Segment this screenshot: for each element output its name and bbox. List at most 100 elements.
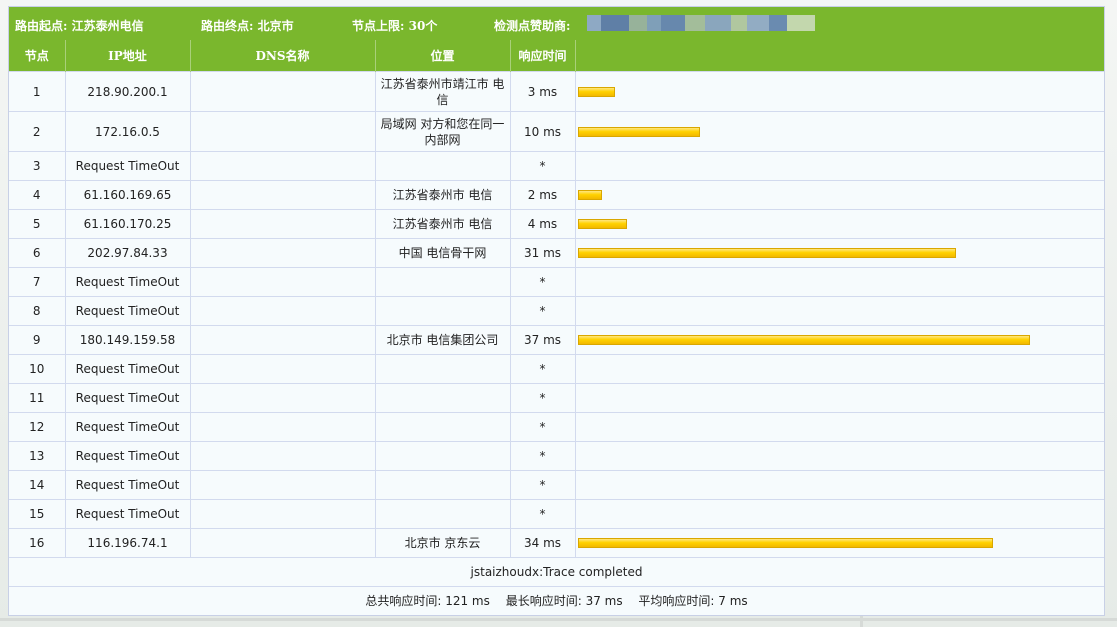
table-row: 6 202.97.84.33 中国 电信骨干网 31 ms [9, 238, 1104, 268]
hop-time: 37 ms [509, 325, 575, 355]
summary-total: 总共响应时间: 121 ms [365, 594, 493, 608]
summary-avg-label: 平均响应时间: [638, 594, 715, 608]
hop-bar-cell [574, 180, 1104, 210]
map-road [0, 618, 1117, 621]
hop-dns [189, 71, 375, 112]
summary-total-label: 总共响应时间: [365, 594, 442, 608]
hop-dns [189, 528, 375, 558]
hop-number: 11 [9, 383, 65, 413]
hop-dns [189, 267, 375, 297]
hop-dns [189, 151, 375, 181]
hop-location [374, 354, 510, 384]
hop-ip: Request TimeOut [64, 441, 190, 471]
hop-location [374, 499, 510, 529]
sponsor: 检测点赞助商: [494, 17, 570, 34]
hop-latency-bar [577, 219, 627, 229]
hop-time: * [509, 383, 575, 413]
hop-ip: 202.97.84.33 [64, 238, 190, 268]
hop-ip: 218.90.200.1 [64, 71, 190, 112]
hop-number: 14 [9, 470, 65, 500]
hop-time: * [509, 354, 575, 384]
hop-number: 10 [9, 354, 65, 384]
hop-bar-cell [574, 412, 1104, 442]
hop-number: 7 [9, 267, 65, 297]
hop-limit-value: 30个 [408, 19, 438, 33]
hop-location: 局域网 对方和您在同一内部网 [374, 111, 510, 152]
table-row: 13 Request TimeOut * [9, 441, 1104, 471]
route-origin-value: 江苏泰州电信 [71, 19, 144, 33]
sponsor-label: 检测点赞助商: [494, 19, 571, 33]
summary-max-label: 最长响应时间: [505, 594, 582, 608]
table-row: 14 Request TimeOut * [9, 470, 1104, 500]
hop-location: 北京市 电信集团公司 [374, 325, 510, 355]
route-destination: 路由终点: 北京市 [201, 17, 294, 34]
summary-max: 最长响应时间: 37 ms [506, 594, 627, 608]
header-hop: 节点 [9, 40, 65, 72]
hop-bar-cell [574, 499, 1104, 529]
hop-bar-cell [574, 470, 1104, 500]
hop-location [374, 383, 510, 413]
hop-location: 江苏省泰州市 电信 [374, 180, 510, 210]
route-destination-value: 北京市 [257, 19, 294, 33]
hop-number: 9 [9, 325, 65, 355]
table-row: 2 172.16.0.5 局域网 对方和您在同一内部网 10 ms [9, 111, 1104, 152]
hop-bar-cell [574, 267, 1104, 297]
hop-location [374, 267, 510, 297]
hop-ip: 61.160.169.65 [64, 180, 190, 210]
summary-row: 总共响应时间: 121 ms 最长响应时间: 37 ms 平均响应时间: 7 m… [9, 586, 1104, 615]
route-destination-label: 路由终点: [201, 19, 254, 33]
hop-ip: Request TimeOut [64, 499, 190, 529]
hop-ip: Request TimeOut [64, 412, 190, 442]
hop-number: 16 [9, 528, 65, 558]
hop-time: * [509, 412, 575, 442]
hop-ip: Request TimeOut [64, 383, 190, 413]
hop-latency-bar [577, 86, 615, 97]
hop-table: 节点 IP地址 DNS名称 位置 响应时间 1 218.90.200.1 江苏省… [9, 40, 1104, 615]
hop-time: * [509, 296, 575, 326]
hop-bar-cell [574, 383, 1104, 413]
hop-dns [189, 325, 375, 355]
hop-latency-bar [577, 248, 956, 258]
hop-ip: Request TimeOut [64, 470, 190, 500]
hop-bar-cell [574, 238, 1104, 268]
hop-rows: 1 218.90.200.1 江苏省泰州市靖江市 电信 3 ms 2 172.1… [9, 71, 1104, 615]
hop-location [374, 296, 510, 326]
summary-max-value: 37 ms [585, 594, 623, 608]
table-header-row: 节点 IP地址 DNS名称 位置 响应时间 [9, 40, 1104, 72]
hop-dns [189, 180, 375, 210]
hop-location: 北京市 京东云 [374, 528, 510, 558]
hop-time: * [509, 267, 575, 297]
hop-dns [189, 238, 375, 268]
hop-ip: Request TimeOut [64, 151, 190, 181]
hop-limit-label: 节点上限: [352, 19, 405, 33]
hop-time: * [509, 499, 575, 529]
hop-location [374, 441, 510, 471]
hop-ip: Request TimeOut [64, 267, 190, 297]
hop-ip: Request TimeOut [64, 354, 190, 384]
summary-cell: 总共响应时间: 121 ms 最长响应时间: 37 ms 平均响应时间: 7 m… [9, 586, 1104, 615]
hop-latency-bar [577, 190, 602, 200]
table-row: 12 Request TimeOut * [9, 412, 1104, 442]
route-origin: 路由起点: 江苏泰州电信 [15, 17, 144, 34]
hop-bar-cell [574, 528, 1104, 558]
table-row: 16 116.196.74.1 北京市 京东云 34 ms [9, 528, 1104, 558]
hop-bar-cell [574, 441, 1104, 471]
hop-dns [189, 209, 375, 239]
table-row: 11 Request TimeOut * [9, 383, 1104, 413]
hop-bar-cell [574, 151, 1104, 181]
hop-latency-bar [577, 538, 993, 548]
hop-bar-cell [574, 111, 1104, 152]
hop-time: * [509, 470, 575, 500]
hop-number: 4 [9, 180, 65, 210]
trace-status-text: jstaizhoudx:Trace completed [9, 557, 1104, 587]
hop-location [374, 470, 510, 500]
hop-dns [189, 296, 375, 326]
hop-number: 13 [9, 441, 65, 471]
route-info-bar: 路由起点: 江苏泰州电信 路由终点: 北京市 节点上限: 30个 检测点赞助商: [9, 7, 1104, 40]
hop-limit: 节点上限: 30个 [352, 17, 437, 34]
hop-bar-cell [574, 209, 1104, 239]
hop-dns [189, 470, 375, 500]
hop-time: 31 ms [509, 238, 575, 268]
table-row: 1 218.90.200.1 江苏省泰州市靖江市 电信 3 ms [9, 71, 1104, 112]
header-response-time: 响应时间 [509, 40, 575, 72]
